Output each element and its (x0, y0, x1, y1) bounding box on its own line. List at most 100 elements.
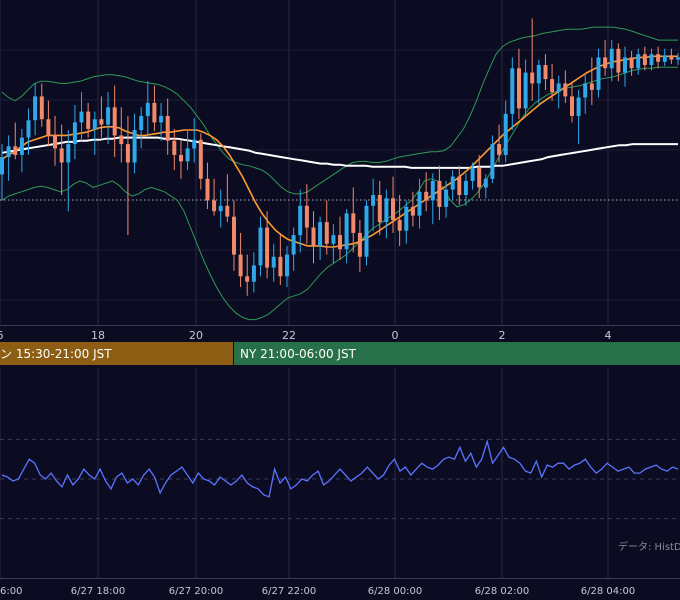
candle-body (450, 176, 455, 190)
oscillator-x-tick-label: 6/28 04:00 (581, 586, 635, 597)
candle-body (623, 57, 627, 73)
candle-body (437, 180, 442, 207)
candle-body (543, 65, 548, 80)
candle-body (39, 96, 44, 120)
candle-body (6, 146, 11, 158)
candle-body (92, 119, 97, 129)
candle-body (424, 191, 429, 201)
oscillator-x-tick-label: 6/28 00:00 (368, 586, 422, 597)
candle-body (265, 227, 270, 268)
candle-body (79, 111, 84, 123)
candle-body (66, 144, 71, 163)
candle-body (318, 222, 323, 246)
candle-body (444, 189, 449, 207)
candle-body (125, 144, 130, 163)
candle-body (152, 102, 157, 123)
candle-body (609, 48, 614, 69)
candle-body (291, 235, 296, 255)
candle-body (139, 115, 144, 130)
candle-body (357, 232, 362, 257)
candle-body (53, 135, 57, 149)
candle-body (410, 206, 415, 216)
candle-body (344, 213, 349, 250)
session-ny-label: NY 21:00-06:00 JST (240, 347, 357, 361)
candle-body (251, 265, 256, 282)
candle-body (377, 195, 382, 223)
candle-body (165, 115, 170, 141)
candle-body (119, 135, 124, 145)
candle-body (192, 139, 197, 149)
session-bar: ン 15:30-21:00 JST NY 21:00-06:00 JST (0, 342, 680, 365)
candle-body (285, 254, 289, 277)
candle-body (457, 176, 462, 195)
oscillator-x-tick-label: 6/27 22:00 (262, 586, 316, 597)
candle-body (430, 180, 435, 201)
candle-body (13, 146, 18, 155)
candle-body (331, 235, 336, 244)
candle-body (636, 54, 641, 69)
candle-body (198, 139, 203, 179)
candle-body (271, 256, 276, 268)
candle-body (371, 195, 376, 206)
candle-body (304, 205, 309, 228)
oscillator-x-tick-label: 6/27 20:00 (169, 586, 223, 597)
candle-body (0, 157, 4, 175)
candle-body (649, 54, 654, 65)
oscillator-x-tick-label: 6/27 18:00 (71, 586, 125, 597)
candle-body (86, 111, 91, 129)
oscillator-x-tick-label: 6/28 02:00 (475, 586, 529, 597)
candle-body (324, 222, 329, 244)
price-x-tick-label: 22 (282, 329, 296, 342)
candle-body (132, 130, 137, 163)
candle-body (570, 96, 574, 116)
candle-body (616, 48, 621, 73)
candle-body (384, 198, 389, 223)
candle-body (603, 57, 608, 69)
candle-body (185, 148, 190, 162)
candle-body (477, 167, 482, 188)
candle-body (397, 219, 402, 231)
candle-body (656, 54, 661, 62)
candle-body (106, 107, 111, 125)
candle-body (19, 137, 24, 155)
candle-body (550, 79, 555, 93)
candle-body (179, 154, 183, 162)
candle-body (523, 72, 528, 109)
candle-body (225, 205, 230, 217)
candle-body (629, 57, 634, 69)
candle-body (470, 167, 475, 181)
price-x-tick-label: 4 (605, 329, 612, 342)
chart-root: 6 18 20 22 0 2 4 ン 15:30-21:00 JST NY 21:00-06… (0, 0, 680, 600)
candle-body (46, 119, 51, 136)
candle-body (232, 216, 236, 255)
price-x-tick-label: 6 (0, 329, 4, 342)
candle-body (404, 206, 409, 231)
candle-body (483, 178, 488, 188)
price-x-tick-label: 2 (499, 329, 506, 342)
candle-body (112, 107, 117, 136)
candle-body (563, 83, 568, 97)
oscillator-x-tick-label: 6:00 (0, 586, 22, 597)
candle-body (676, 57, 680, 60)
candle-body (338, 235, 342, 250)
candle-body (669, 55, 674, 60)
candle-body (497, 144, 502, 155)
candle-body (311, 227, 316, 246)
data-source-label: データ: HistDa (618, 540, 680, 553)
candle-body (212, 200, 217, 212)
price-x-tick-label: 20 (189, 329, 203, 342)
candle (364, 200, 369, 266)
candle-body (503, 113, 508, 155)
candle-body (72, 122, 77, 145)
candle-body (59, 148, 64, 163)
candle-body (642, 54, 647, 65)
candle-body (490, 144, 495, 179)
candle-body (364, 205, 369, 257)
candle-body (596, 57, 601, 90)
candle-body (238, 254, 243, 277)
candle-body (556, 83, 561, 93)
candle-body (145, 102, 150, 116)
candle-body (583, 83, 588, 98)
candle-body (218, 205, 223, 212)
candle-body (172, 140, 177, 155)
